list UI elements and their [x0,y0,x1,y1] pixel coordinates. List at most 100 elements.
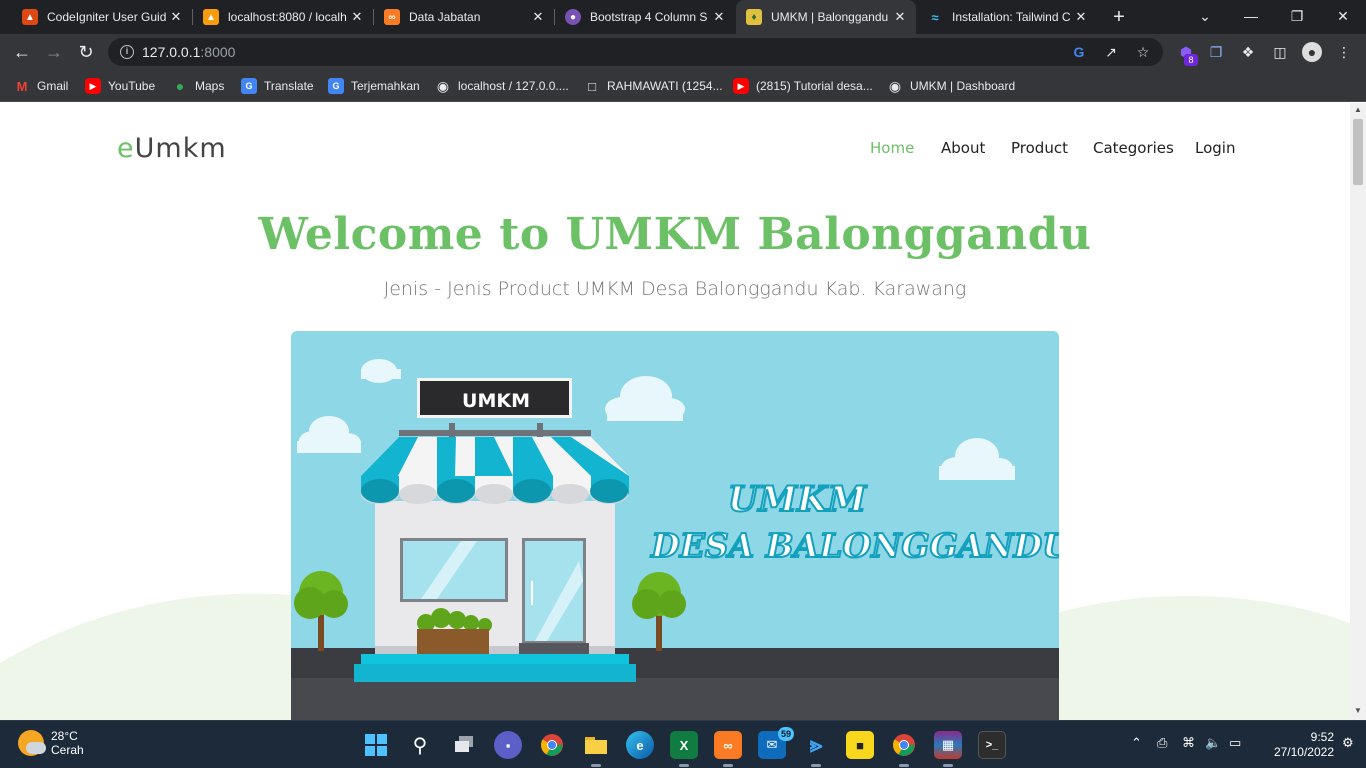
bookmarks-bar: M Gmail ▶ YouTube ● Maps G Translate G Terjem… [0,70,1366,102]
reload-button[interactable]: ↻ [74,40,98,64]
url-text: 127.0.0.1:8000 [142,44,236,60]
page-scrollbar[interactable]: ▲ ▼ [1350,103,1366,720]
winrar-icon[interactable]: ▦ [934,731,962,767]
browser-tab-active[interactable]: ♦ UMKM | Balonggandu ✕ [736,0,916,34]
browser-tab[interactable]: ▲ localhost:8080 / localh ✕ [193,0,374,34]
scrollbar-thumb[interactable] [1353,119,1363,185]
weather-temperature: 28°C [51,729,78,743]
banner-headline-line2: DESA BALONGGANDU [650,526,1059,565]
bookmark-translate[interactable]: G Translate [241,76,314,96]
edge-icon[interactable]: e [626,731,654,759]
youtube-icon: ▶ [733,78,749,94]
browser-tab[interactable]: ≈ Installation: Tailwind C ✕ [917,0,1097,34]
browser-tab[interactable]: ▲ CodeIgniter User Guid ✕ [12,0,193,34]
windows-start-icon[interactable] [362,731,390,759]
tab-title: localhost:8080 / localh [228,10,347,24]
extension-badge: 8 [1184,54,1198,66]
address-bar[interactable]: i 127.0.0.1:8000 G ↗ ☆ [108,38,1163,66]
weather-widget[interactable]: 28°C Cerah [18,729,84,757]
mail-badge: 59 [777,727,794,741]
copy-extension-icon[interactable]: ❐ [1206,42,1226,62]
close-tab-icon[interactable]: ✕ [711,9,727,25]
bookmark-maps[interactable]: ● Maps [172,76,225,96]
tab-title: Bootstrap 4 Column S [590,10,708,24]
notification-icon[interactable]: ⚙ [1342,735,1354,751]
battery-icon[interactable]: ▭ [1229,735,1241,751]
scroll-down-arrow-icon[interactable]: ▼ [1350,704,1366,718]
close-tab-icon[interactable]: ✕ [168,9,184,25]
side-panel-icon[interactable]: ◫ [1270,42,1290,62]
close-tab-icon[interactable]: ✕ [349,9,365,25]
hero-banner-image: UMKM UMKM DESA BALONGGANDU [291,331,1059,720]
browser-tab[interactable]: ● Bootstrap 4 Column S ✕ [555,0,735,34]
close-tab-icon[interactable]: ✕ [530,9,546,25]
hero-title: Welcome to UMKM Balonggandu [258,209,1092,260]
back-button[interactable]: ← [10,40,34,64]
site-info-icon[interactable]: i [120,45,134,59]
bookmark-star-icon[interactable]: ☆ [1134,43,1152,61]
new-tab-button[interactable]: + [1108,6,1130,28]
mail-icon[interactable]: ✉ 59 [758,727,794,759]
restore-button[interactable]: ❐ [1274,0,1320,34]
browser-tab-strip: ▲ CodeIgniter User Guid ✕ ▲ localhost:80… [0,0,1366,34]
bookmark-tutorial[interactable]: ▶ (2815) Tutorial desa... [733,76,873,96]
bookmark-rahmawati[interactable]: □ RAHMAWATI (1254... [584,76,723,96]
minimize-button[interactable]: — [1228,0,1274,34]
xampp-icon: ∞ [384,9,400,25]
nav-product[interactable]: Product [1011,139,1068,157]
clock-time: 9:52 [1310,730,1334,744]
excel-icon[interactable]: X [670,731,698,767]
printer-status-icon[interactable]: ⎙ [1157,735,1167,751]
youtube-icon: ▶ [85,78,101,94]
extensions-puzzle-icon[interactable]: ❖ [1238,42,1258,62]
teams-chat-icon[interactable]: ▪ [494,731,522,759]
tab-title: Installation: Tailwind C [952,10,1071,24]
nav-login[interactable]: Login [1195,139,1235,157]
browser-tab[interactable]: ∞ Data Jabatan ✕ [374,0,555,34]
tailwind-icon: ≈ [931,9,939,25]
xampp-taskbar-icon[interactable]: ∞ [714,731,742,767]
tab-search-chevron-icon[interactable]: ⌄ [1182,0,1228,34]
chrome-taskbar-icon[interactable] [538,731,566,759]
phpmyadmin-icon: ▲ [203,9,219,25]
translate-icon: G [241,78,257,94]
bookmark-terjemahkan[interactable]: G Terjemahkan [328,76,420,96]
search-icon[interactable]: ⚲ [406,731,434,759]
scroll-up-arrow-icon[interactable]: ▲ [1350,103,1366,117]
system-clock[interactable]: 9:52 27/10/2022 [1254,730,1334,760]
bookmark-localhost[interactable]: ◉ localhost / 127.0.0.... [435,76,569,96]
banner-headline-line1: UMKM [728,479,868,520]
vscode-icon[interactable]: ⪢ [802,731,830,767]
bookmark-youtube[interactable]: ▶ YouTube [85,76,155,96]
task-view-icon[interactable] [450,731,478,759]
weather-condition: Cerah [51,743,84,757]
nav-categories[interactable]: Categories [1093,139,1174,157]
terminal-icon[interactable]: >_ [978,731,1006,759]
nav-home[interactable]: Home [870,139,914,157]
chrome-profile-icon[interactable] [890,731,918,767]
file-explorer-icon[interactable] [582,731,610,767]
browser-toolbar: ← → ↻ i 127.0.0.1:8000 G ↗ ☆ ⬢ 8 ❐ ❖ ◫ ●… [0,34,1366,70]
close-tab-icon[interactable]: ✕ [1073,9,1089,25]
forward-button[interactable]: → [42,40,66,64]
translate-icon: G [328,78,344,94]
volume-icon[interactable]: 🔈 [1205,735,1221,751]
bookmark-gmail[interactable]: M Gmail [14,76,69,96]
globe-icon: ◉ [436,77,450,94]
show-hidden-icons-chevron[interactable]: ⌃ [1131,735,1142,751]
close-tab-icon[interactable]: ✕ [892,9,908,25]
share-icon[interactable]: ↗ [1102,43,1120,61]
clock-date: 27/10/2022 [1273,745,1334,759]
hero-subtitle: Jenis - Jenis Product UMKM Desa Balongga… [383,278,967,300]
wifi-icon[interactable]: ⌘ [1182,735,1195,751]
globe-icon: ◉ [888,77,902,94]
brand-logo[interactable]: eUmkm [117,133,227,164]
window-close-button[interactable]: ✕ [1320,0,1366,34]
sticky-notes-icon[interactable]: ■ [846,731,874,759]
nav-about[interactable]: About [941,139,985,157]
google-lens-icon[interactable]: G [1070,43,1088,61]
chrome-menu-icon[interactable]: ⋮ [1334,42,1354,62]
codeigniter-icon: ▲ [22,9,38,25]
profile-avatar[interactable]: ● [1302,42,1322,62]
bookmark-umkm-dashboard[interactable]: ◉ UMKM | Dashboard [887,76,1015,96]
